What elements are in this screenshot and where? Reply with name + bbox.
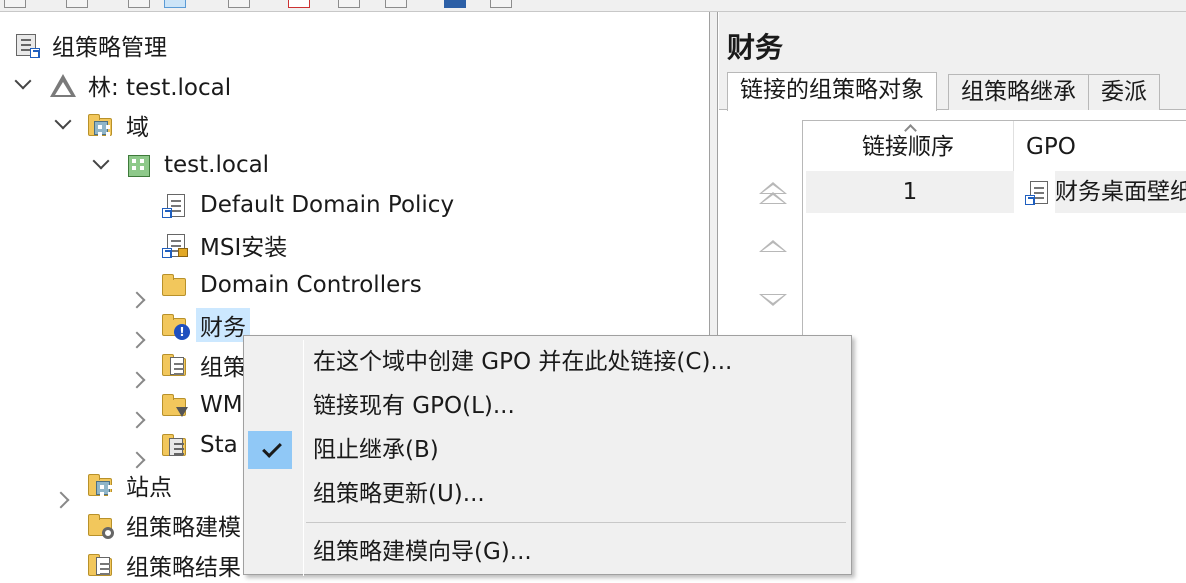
tree-node-results[interactable]: 组策略结果 <box>86 547 245 583</box>
export-button[interactable] <box>385 0 407 8</box>
tree-label: Domain Controllers <box>200 272 422 298</box>
column-header-label: GPO <box>1026 134 1076 160</box>
delete-button[interactable] <box>288 0 310 8</box>
menu-separator <box>306 522 846 523</box>
menu-item-link-existing-gpo[interactable]: 链接现有 GPO(L)... <box>244 384 851 428</box>
help-button[interactable] <box>444 0 466 8</box>
tree-node-domains[interactable]: 域 <box>86 107 153 143</box>
tree-node-ou-finance[interactable]: ! 财务 <box>160 307 250 343</box>
tree-node-msi-policy[interactable]: MSI安装 <box>160 227 291 263</box>
tree-label: 站点 <box>126 475 172 501</box>
tab-strip: 链接的组策略对象 组策略继承 委派 <box>719 72 1186 111</box>
tree-label: 林: test.local <box>88 75 232 101</box>
checkmark-icon <box>262 438 282 458</box>
chevron-down-icon[interactable] <box>14 74 34 94</box>
column-header-gpo[interactable]: GPO <box>1014 121 1186 171</box>
ou-blocked-icon: ! <box>160 311 190 340</box>
chevron-right-icon[interactable] <box>130 330 150 350</box>
up-folder-button[interactable] <box>128 0 150 8</box>
tree-label: Sta <box>200 432 238 458</box>
tree-label: 组策略管理 <box>52 35 167 61</box>
menu-item-block-inheritance[interactable]: 阻止继承(B) <box>244 428 851 472</box>
chevron-right-icon[interactable] <box>130 290 150 310</box>
linked-gpo-table: 链接顺序 GPO 1 财务桌面壁纸 <box>802 120 1186 572</box>
domains-folder-icon <box>86 111 114 139</box>
toolbar <box>0 0 1186 12</box>
chevron-right-icon[interactable] <box>54 490 74 510</box>
tab-linked-gpos[interactable]: 链接的组策略对象 <box>727 72 937 111</box>
results-icon <box>86 551 114 579</box>
page-title: 财务 <box>727 31 784 64</box>
tree-label: MSI安装 <box>200 235 288 261</box>
details-header: 财务 <box>719 12 1186 72</box>
column-header-link-order[interactable]: 链接顺序 <box>803 121 1014 171</box>
gpo-container-icon <box>160 351 188 379</box>
tree-node-wmi-filters[interactable]: WM <box>160 387 247 423</box>
properties-button[interactable] <box>228 0 250 8</box>
tree-label: Default Domain Policy <box>200 192 455 218</box>
up-arrow-icon <box>759 240 787 252</box>
link-order-cell: 1 <box>806 171 1014 213</box>
menu-item-label: 阻止继承(B) <box>313 437 439 463</box>
gpo-name: 财务桌面壁纸 <box>1055 171 1186 213</box>
ou-folder-icon <box>160 271 188 299</box>
tree-label: test.local <box>164 152 270 178</box>
tree-label: 组策 <box>200 355 246 381</box>
down-arrow-icon <box>759 294 787 306</box>
tree-label: 组策略建模 <box>126 515 241 541</box>
gpo-cell: 财务桌面壁纸 <box>1017 171 1186 213</box>
menu-item-gp-update[interactable]: 组策略更新(U)... <box>244 472 851 516</box>
check-highlight <box>248 431 292 469</box>
tree-label: 财务 <box>196 308 250 342</box>
forest-icon <box>48 71 76 99</box>
move-down-button[interactable] <box>759 294 789 318</box>
tree-node-modeling[interactable]: 组策略建模 <box>86 507 245 543</box>
column-header-label: 链接顺序 <box>862 134 954 160</box>
move-top-button[interactable] <box>759 182 789 206</box>
tab-delegation[interactable]: 委派 <box>1088 74 1160 110</box>
tree-node-forest[interactable]: 林: test.local <box>48 67 235 103</box>
domain-icon <box>124 151 152 179</box>
tree-label: 域 <box>126 115 149 141</box>
tree-label: WM <box>200 392 243 418</box>
gpo-link-icon <box>160 231 188 259</box>
tree-node-starter-gpos[interactable]: Sta <box>160 427 242 463</box>
table-row[interactable]: 1 财务桌面壁纸 <box>803 171 1186 213</box>
chevron-right-icon[interactable] <box>130 370 150 390</box>
gpm-console-icon <box>12 31 40 59</box>
starter-gpo-icon <box>160 431 188 459</box>
menu-item-create-gpo[interactable]: 在这个域中创建 GPO 并在此处链接(C)... <box>244 340 851 384</box>
menu-item-modeling-wizard[interactable]: 组策略建模向导(G)... <box>244 530 851 574</box>
tree-node-default-domain-policy[interactable]: Default Domain Policy <box>160 187 458 223</box>
forward-button[interactable] <box>66 0 88 8</box>
chevron-right-icon[interactable] <box>130 410 150 430</box>
back-button[interactable] <box>4 0 26 8</box>
chevron-down-icon[interactable] <box>54 114 74 134</box>
tab-gpo-inheritance[interactable]: 组策略继承 <box>948 74 1089 110</box>
double-up-arrow-icon <box>759 192 787 204</box>
tree-node-domain-controllers[interactable]: Domain Controllers <box>160 267 426 303</box>
context-menu: 在这个域中创建 GPO 并在此处链接(C)... 链接现有 GPO(L)... … <box>243 335 852 576</box>
gpo-link-icon <box>160 191 188 219</box>
sites-folder-icon <box>86 471 114 499</box>
move-up-button[interactable] <box>759 240 789 264</box>
wmi-filter-icon <box>160 391 188 419</box>
modeling-icon <box>86 511 114 539</box>
tree-node-domain[interactable]: test.local <box>124 147 273 183</box>
action-button[interactable] <box>490 0 512 8</box>
tree-node-ou-group[interactable]: 组策 <box>160 347 250 383</box>
tree-node-sites[interactable]: 站点 <box>86 467 176 503</box>
tree-node-root[interactable]: 组策略管理 <box>12 27 171 63</box>
tree-label: 组策略结果 <box>126 555 241 581</box>
gpo-link-icon <box>1023 178 1051 206</box>
show-tree-button[interactable] <box>164 0 186 8</box>
refresh-button[interactable] <box>338 0 360 8</box>
sort-ascending-icon <box>904 123 916 135</box>
chevron-down-icon[interactable] <box>92 154 112 174</box>
